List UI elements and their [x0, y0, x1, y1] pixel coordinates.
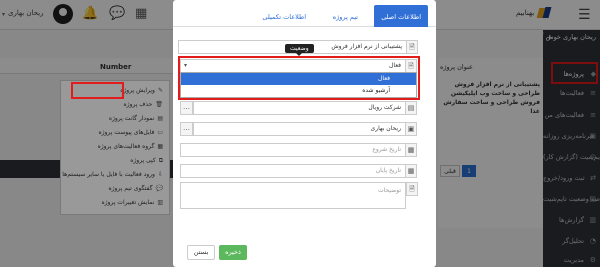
- company-field: … شرکت رویال ▤: [180, 101, 417, 115]
- edit-icon: ✎: [157, 87, 163, 94]
- menu-item-copy-project[interactable]: کپی پروژه ⧉: [130, 157, 163, 165]
- document-icon: 🗎: [406, 40, 418, 54]
- tab-extra-info[interactable]: اطلاعات تکمیلی: [255, 5, 313, 27]
- menu-item-history[interactable]: نمایش تغییرات پروژه ▥: [101, 199, 163, 206]
- start-date-input[interactable]: تاریخ شروع: [180, 143, 405, 157]
- modal-tabs: اطلاعات اصلی تیم پروژه اطلاعات تکمیلی: [173, 5, 436, 27]
- attachment-icon: ▭: [157, 129, 163, 136]
- menu-item-edit-project[interactable]: ویرایش پروژه ✎: [120, 87, 163, 94]
- manager-input[interactable]: ریحان بهاری: [193, 122, 405, 136]
- tab-project-team[interactable]: تیم پروژه: [326, 5, 365, 27]
- user-icon: ▣: [405, 122, 417, 136]
- gantt-icon: ▤: [157, 115, 163, 122]
- manager-picker-button[interactable]: …: [180, 122, 193, 136]
- end-date-input[interactable]: تاریخ پایان: [180, 164, 405, 178]
- project-context-menu: ویرایش پروژه ✎ حذف پروژه 🗑 نمودار گانت پرو…: [60, 80, 170, 215]
- company-icon: ▤: [405, 101, 417, 115]
- copy-icon: ⧉: [158, 157, 163, 164]
- description-textarea[interactable]: توضیحات: [180, 182, 406, 209]
- calendar-icon[interactable]: ▦: [405, 164, 417, 178]
- group-icon: ▦: [157, 143, 163, 150]
- start-date-field: تاریخ شروع ▦: [180, 143, 417, 157]
- company-picker-button[interactable]: …: [180, 101, 193, 115]
- chat-icon: 💬: [155, 185, 163, 192]
- description-icon: 🗎: [406, 182, 418, 196]
- menu-item-team-chat[interactable]: گفتگوی تیم پروژه 💬: [108, 185, 163, 192]
- menu-item-gantt[interactable]: نمودار گانت پروژه ▤: [109, 115, 163, 122]
- menu-item-attachments[interactable]: فایل‌های پیوست پروژه ▭: [98, 129, 163, 136]
- history-icon: ▥: [157, 199, 163, 206]
- tab-main-info[interactable]: اطلاعات اصلی: [374, 5, 428, 27]
- import-icon: ⇩: [157, 171, 163, 178]
- menu-item-import[interactable]: ورود فعالیت با فایل یا سایر سیستم‌ها ⇩: [62, 171, 163, 178]
- manager-field: … ریحان بهاری ▣: [180, 122, 417, 136]
- status-tooltip: وضعیت: [285, 44, 314, 56]
- save-button[interactable]: ذخیره: [219, 245, 247, 260]
- menu-item-activity-groups[interactable]: گروه فعالیت‌های پروژه ▦: [98, 143, 163, 150]
- menu-item-delete-project[interactable]: حذف پروژه 🗑: [123, 101, 163, 108]
- close-button[interactable]: بستن: [187, 245, 215, 260]
- status-highlight-box: [178, 56, 420, 100]
- trash-icon: 🗑: [155, 101, 163, 108]
- end-date-field: تاریخ پایان ▦: [180, 164, 417, 178]
- calendar-icon[interactable]: ▦: [405, 143, 417, 157]
- context-menu-highlight-box: [71, 82, 124, 99]
- company-input[interactable]: شرکت رویال: [193, 101, 405, 115]
